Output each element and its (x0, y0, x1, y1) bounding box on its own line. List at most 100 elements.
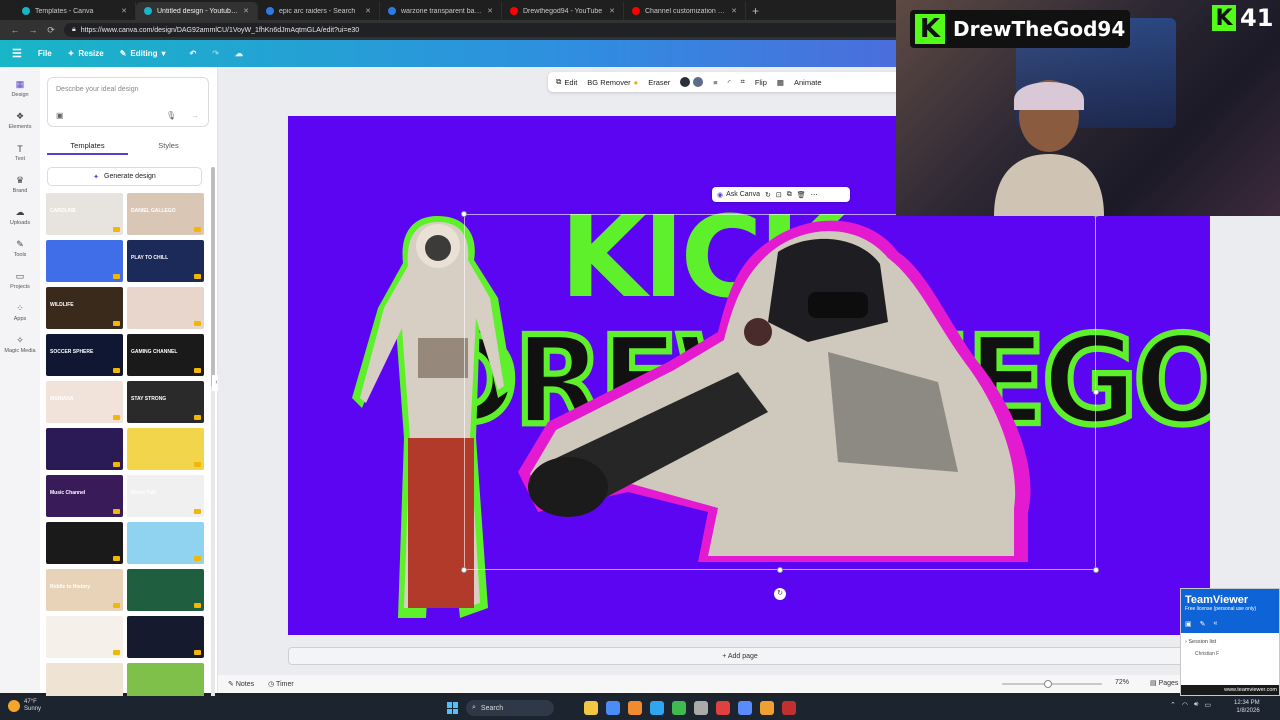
tab-styles[interactable]: Styles (128, 137, 209, 155)
template-thumbnail[interactable]: Movie Talk (127, 475, 204, 517)
close-tab-icon[interactable]: ✕ (609, 7, 615, 15)
redo-button[interactable]: ↷ (212, 49, 219, 58)
taskbar-app-icon[interactable] (716, 701, 730, 715)
template-thumbnail[interactable]: SOCCER SPHERE (46, 334, 123, 376)
pen-icon[interactable]: ✎ (1200, 620, 1206, 628)
template-thumbnail[interactable] (46, 616, 123, 658)
collapse-icon[interactable]: « (1214, 620, 1218, 628)
duplicate-icon[interactable]: ⧉ (787, 191, 792, 199)
taskbar-app-icon[interactable] (584, 701, 598, 715)
session-list-toggle[interactable]: › Session list (1181, 633, 1279, 651)
template-thumbnail[interactable]: CAROLINE (46, 193, 123, 235)
resize-handle-tl[interactable] (461, 211, 467, 217)
template-thumbnail[interactable] (127, 569, 204, 611)
rotate-icon[interactable]: ↻ (765, 191, 771, 199)
bg-remover-button[interactable]: BG Remover ● (587, 78, 638, 87)
rail-item-magic-media[interactable]: ✧ Magic Media (4, 335, 35, 354)
menu-icon[interactable]: ☰ (12, 47, 22, 60)
notes-button[interactable]: ✎ Notes (228, 680, 254, 688)
new-tab-icon[interactable]: + (746, 2, 765, 20)
microphone-icon[interactable]: 🎙︎ (166, 111, 176, 120)
rail-item-uploads[interactable]: ☁ Uploads (10, 207, 30, 226)
cloud-save-icon[interactable]: ☁ (235, 49, 243, 58)
taskbar-app-icon[interactable] (760, 701, 774, 715)
send-arrow-icon[interactable]: → (191, 111, 199, 120)
close-tab-icon[interactable]: ✕ (121, 7, 127, 15)
template-thumbnail[interactable]: DANIEL GALLEGO (127, 193, 204, 235)
template-thumbnail[interactable] (46, 522, 123, 564)
battery-icon[interactable]: ▭ (1204, 701, 1211, 709)
volume-icon[interactable]: 🔊︎ (1194, 701, 1198, 709)
pages-button[interactable]: ▤ Pages (1150, 679, 1178, 687)
browser-tab[interactable]: warzone transparent background ✕ (380, 2, 502, 20)
more-options-icon[interactable]: ⋯ (811, 191, 818, 199)
file-menu[interactable]: File (38, 49, 52, 58)
url-field[interactable]: 🔒︎ https://www.canva.com/design/DAG92amm… (64, 23, 924, 37)
browser-tab[interactable]: Templates - Canva ✕ (14, 2, 136, 20)
rail-item-tools[interactable]: ✎ Tools (14, 239, 27, 258)
zoom-slider[interactable] (1002, 683, 1102, 685)
template-thumbnail[interactable]: GAMING CHANNEL (127, 334, 204, 376)
edit-button[interactable]: ⧉ Edit (556, 77, 577, 87)
resize-handle-bottom[interactable] (777, 567, 783, 573)
template-thumbnail[interactable]: Riddle to History (46, 569, 123, 611)
resize-handle-right[interactable] (1093, 389, 1099, 395)
browser-tab[interactable]: Untitled design - Youtube Banner ✕ (136, 2, 258, 20)
template-thumbnail[interactable]: WILDLIFE (46, 287, 123, 329)
taskbar-app-icon[interactable] (672, 701, 686, 715)
taskbar-app-icon[interactable] (650, 701, 664, 715)
corner-rounding-icon[interactable]: ◜ (728, 78, 731, 87)
start-button[interactable] (447, 702, 459, 714)
browser-tab[interactable]: epic arc raiders - Search ✕ (258, 2, 380, 20)
tray-chevron-icon[interactable]: ⌃ (1170, 701, 1176, 709)
forward-icon[interactable]: → (28, 25, 38, 35)
color-swatch-1[interactable] (680, 77, 691, 87)
eraser-button[interactable]: Eraser (648, 78, 670, 87)
template-thumbnail[interactable] (46, 428, 123, 470)
taskbar-search[interactable]: ⌕ Search (466, 700, 554, 716)
animate-button[interactable]: Animate (794, 78, 822, 87)
template-thumbnail[interactable]: MARIANA (46, 381, 123, 423)
resize-handle-bl[interactable] (461, 567, 467, 573)
taskbar-app-icon[interactable] (738, 701, 752, 715)
reload-icon[interactable]: ⟳ (46, 25, 56, 36)
generate-design-button[interactable]: ✦ Generate design (47, 167, 202, 186)
zoom-percentage[interactable]: 72% (1115, 679, 1129, 686)
tab-templates[interactable]: Templates (47, 137, 128, 155)
taskbar-app-icon[interactable] (694, 701, 708, 715)
rail-item-projects[interactable]: ▭ Projects (10, 271, 30, 290)
selection-box[interactable] (461, 211, 1099, 573)
zoom-slider-knob[interactable] (1044, 680, 1052, 688)
browser-tab[interactable]: Channel customization - YouTube ✕ (624, 2, 746, 20)
template-thumbnail[interactable] (127, 522, 204, 564)
resize-button[interactable]: ✦ Resize (68, 49, 104, 58)
system-clock[interactable]: 12:34 PM 1/8/2026 (1234, 699, 1260, 715)
rail-item-text[interactable]: T Text (15, 143, 26, 163)
panel-scrollbar[interactable] (211, 167, 215, 707)
template-thumbnail[interactable] (127, 428, 204, 470)
image-upload-icon[interactable]: ▣ (56, 111, 64, 120)
border-style-icon[interactable]: ≡ (713, 78, 717, 87)
template-thumbnail[interactable] (46, 240, 123, 282)
close-tab-icon[interactable]: ✕ (243, 7, 249, 15)
lock-element-icon[interactable]: ⊡ (776, 191, 782, 199)
taskbar-app-icon[interactable] (606, 701, 620, 715)
describe-design-input[interactable]: Describe your ideal design ▣ 🎙︎ → (47, 77, 209, 127)
editing-mode-button[interactable]: ✎ Editing ▾ (120, 49, 166, 58)
clipboard-icon[interactable]: ▣ (1185, 620, 1192, 628)
rail-item-design[interactable]: ▦ Design (11, 79, 28, 98)
rail-item-brand[interactable]: ♛ Brand (13, 175, 28, 194)
timer-button[interactable]: ◷ Timer (268, 680, 294, 688)
transparency-icon[interactable]: ▦ (777, 78, 784, 87)
color-swatch-2[interactable] (693, 77, 704, 87)
template-thumbnail[interactable]: Music Channel (46, 475, 123, 517)
template-thumbnail[interactable] (127, 287, 204, 329)
rail-item-apps[interactable]: ⁘ Apps (14, 303, 27, 322)
taskbar-app-icon[interactable] (628, 701, 642, 715)
close-tab-icon[interactable]: ✕ (731, 7, 737, 15)
rail-item-elements[interactable]: ❖ Elements (9, 111, 32, 130)
taskbar-app-icon[interactable] (782, 701, 796, 715)
template-thumbnail[interactable]: PLAY TO CHILL (127, 240, 204, 282)
rotate-handle-icon[interactable]: ↻ (774, 588, 786, 600)
close-tab-icon[interactable]: ✕ (487, 7, 493, 15)
